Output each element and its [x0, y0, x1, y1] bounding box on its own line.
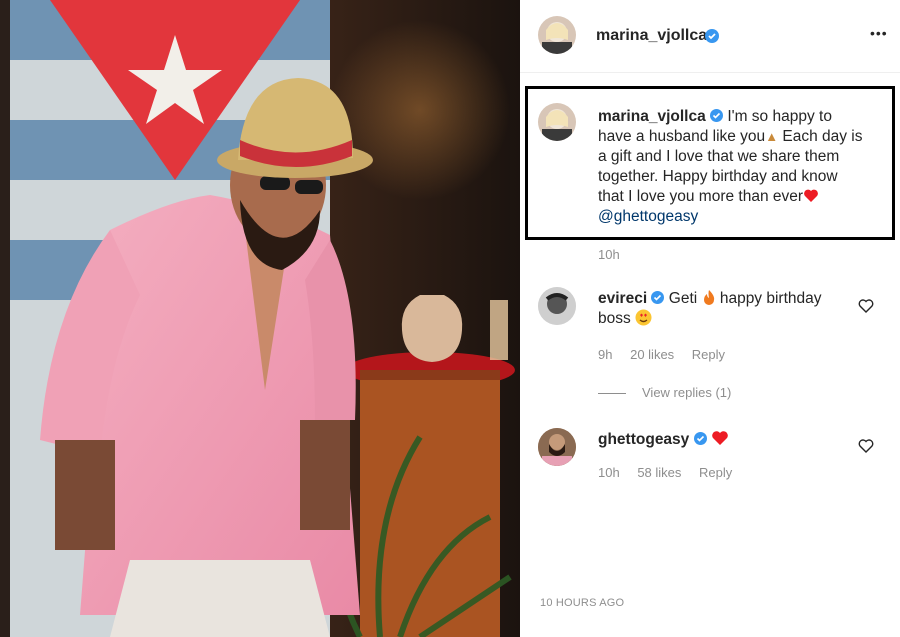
comment-reply-button[interactable]: Reply	[699, 465, 732, 480]
comment-text: Geti	[668, 290, 698, 307]
avatar-image	[538, 287, 576, 325]
comment-likes[interactable]: 20 likes	[630, 347, 674, 362]
caption-mention[interactable]: @ghettogeasy	[598, 208, 698, 225]
caption-line-4: a gift and I love that we share them	[598, 148, 840, 165]
view-replies-label: View replies (1)	[642, 385, 732, 400]
author-username[interactable]: marina_vjollca	[596, 27, 707, 45]
more-options-icon[interactable]: •••	[870, 25, 888, 41]
caption-line-1: I'm so happy to	[727, 108, 832, 125]
commenter-avatar[interactable]	[538, 428, 576, 466]
replies-line	[598, 393, 626, 395]
pray-icon: ▲	[765, 129, 779, 144]
post-header: marina_vjollca •••	[520, 0, 900, 73]
comment-text-3: boss	[598, 310, 631, 327]
post-image	[0, 0, 520, 637]
caption-username[interactable]: marina_vjollca	[598, 108, 706, 125]
comment-item: ghettogeasy 10h 58 likes Reply	[520, 426, 900, 496]
caption-line-5: together. Happy birthday and know	[598, 168, 838, 185]
caption-text: marina_vjollca I'm so happy to have a hu…	[598, 107, 888, 227]
caption-time: 10h	[598, 247, 620, 262]
heart-eyes-icon	[635, 309, 652, 326]
comment-time: 10h	[598, 465, 620, 480]
avatar-image	[542, 22, 572, 54]
avatar-image	[542, 109, 572, 141]
caption-line-2: have a husband like you	[598, 128, 766, 145]
comment-likes[interactable]: 58 likes	[637, 465, 681, 480]
verified-icon	[710, 109, 724, 122]
comment-username[interactable]: evireci	[598, 290, 647, 307]
like-heart-icon[interactable]	[858, 438, 874, 454]
verified-icon	[693, 432, 707, 445]
comment-time: 9h	[598, 347, 613, 362]
red-heart-icon	[712, 431, 728, 445]
comment-item: evireci Geti happy birthday boss 9h 20 l…	[520, 285, 900, 365]
caption-line-3: Each day is	[782, 128, 863, 145]
post-photo[interactable]	[0, 0, 520, 637]
fire-icon	[703, 290, 714, 305]
avatar-image	[538, 428, 576, 466]
comment-reply-button[interactable]: Reply	[692, 347, 725, 362]
caption-highlight-box: marina_vjollca I'm so happy to have a hu…	[525, 86, 895, 240]
like-heart-icon[interactable]	[858, 298, 874, 314]
author-avatar[interactable]	[538, 16, 576, 54]
caption-avatar[interactable]	[538, 103, 576, 141]
comments-panel: marina_vjollca ••• marina_vjollca I'm so…	[520, 0, 900, 637]
verified-icon	[705, 29, 719, 43]
view-replies[interactable]: View replies (1)	[598, 385, 731, 400]
comment-text-2: happy birthday	[719, 290, 822, 307]
post-timestamp: 10 HOURS AGO	[540, 597, 625, 609]
commenter-avatar[interactable]	[538, 287, 576, 325]
caption-line-6: that I love you more than ever	[598, 188, 804, 205]
verified-icon	[651, 291, 665, 304]
red-heart-icon	[804, 189, 818, 202]
comment-username[interactable]: ghettogeasy	[598, 431, 689, 448]
